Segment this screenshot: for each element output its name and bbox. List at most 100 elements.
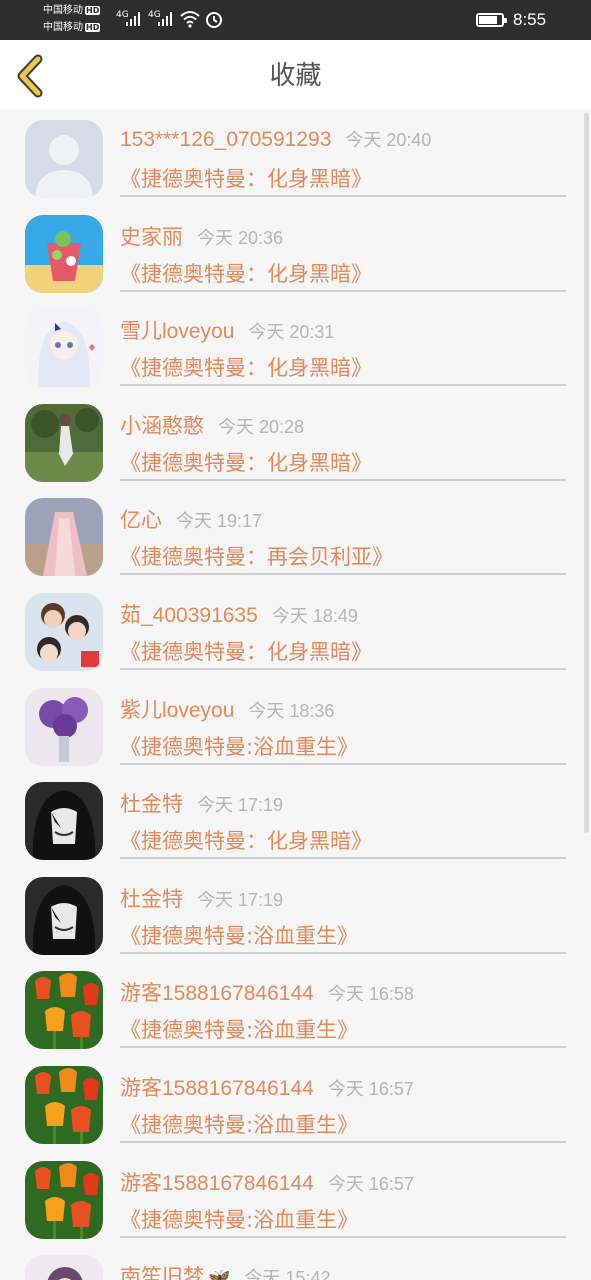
favorite-item[interactable]: 杜金特 今天 17:19 《捷德奥特曼:浴血重生》: [0, 868, 591, 963]
favorite-item[interactable]: 雪儿loveyou 今天 20:31 《捷德奥特曼：化身黑暗》: [0, 300, 591, 395]
favorite-item[interactable]: 小涵憨憨 今天 20:28 《捷德奥特曼：化身黑暗》: [0, 395, 591, 490]
book-title-link[interactable]: 《捷德奥特曼：化身黑暗》: [120, 447, 372, 477]
avatar[interactable]: [25, 309, 103, 387]
alarm-icon: [206, 12, 222, 28]
book-title-link[interactable]: 《捷德奥特曼:浴血重生》: [120, 1204, 358, 1234]
favorite-item[interactable]: 亿心 今天 19:17 《捷德奥特曼：再会贝利亚》: [0, 489, 591, 584]
avatar[interactable]: [25, 688, 103, 766]
user-name[interactable]: 亿心: [120, 509, 162, 532]
favorite-item[interactable]: 南笙旧梦 🦋 今天 15:42: [0, 1246, 591, 1280]
name-line: 史家丽 今天 20:36: [120, 221, 283, 251]
battery-icon: [476, 13, 507, 27]
book-title-link[interactable]: 《捷德奥特曼：化身黑暗》: [120, 636, 372, 666]
avatar[interactable]: [25, 120, 103, 198]
book-title-link[interactable]: 《捷德奥特曼:浴血重生》: [120, 1014, 358, 1044]
timestamp: 今天 16:57: [327, 1079, 414, 1099]
user-name[interactable]: 杜金特: [120, 793, 183, 816]
name-line: 紫儿loveyou 今天 18:36: [120, 694, 334, 724]
favorite-item[interactable]: 153***126_070591293 今天 20:40 《捷德奥特曼：化身黑暗》: [0, 111, 591, 206]
name-line: 游客1588167846144 今天 16:58: [120, 977, 414, 1007]
book-title-link[interactable]: 《捷德奥特曼：再会贝利亚》: [120, 541, 393, 571]
timestamp: 今天 16:57: [327, 1173, 414, 1194]
user-name[interactable]: 游客1588167846144: [120, 982, 314, 1005]
user-name[interactable]: 小涵憨憨: [120, 415, 204, 438]
butterfly-emoji-icon: 🦋: [208, 1268, 231, 1280]
status-bar: 中国移动 HD 中国移动 HD 4G 4G 8:55: [0, 0, 591, 40]
book-title-link[interactable]: 《捷德奥特曼:浴血重生》: [120, 920, 358, 950]
book-title-link[interactable]: 《捷德奥特曼：化身黑暗》: [120, 352, 372, 382]
name-line: 游客1588167846144 今天 16:57: [120, 1072, 414, 1102]
favorite-item[interactable]: 游客1588167846144 今天 16:57 《捷德奥特曼:浴血重生》: [0, 1057, 591, 1152]
divider: [120, 1235, 566, 1238]
timestamp: 今天 18:36: [248, 700, 335, 721]
name-line: 小涵憨憨 今天 20:28: [120, 410, 304, 440]
avatar[interactable]: [25, 404, 103, 482]
divider: [120, 1046, 566, 1049]
name-line: 游客1588167846144 今天 16:57: [120, 1167, 414, 1197]
timestamp: 今天 20:31: [248, 322, 335, 343]
timestamp: 今天 18:49: [271, 606, 358, 626]
signal-icon-1: [126, 12, 140, 26]
user-name[interactable]: 南笙旧梦: [120, 1266, 204, 1280]
divider: [120, 384, 566, 387]
divider: [120, 289, 566, 292]
name-line: 南笙旧梦 🦋 今天 15:42: [120, 1261, 330, 1280]
signal-icon-2: [158, 12, 172, 26]
timestamp: 今天 20:28: [218, 416, 305, 437]
divider: [120, 195, 566, 197]
carrier-2: 中国移动 HD: [43, 22, 101, 33]
avatar[interactable]: [25, 1066, 103, 1144]
carrier-1: 中国移动 HD: [43, 5, 101, 16]
name-line: 茹_400391635 今天 18:49: [120, 599, 358, 629]
favorite-item[interactable]: 游客1588167846144 今天 16:57 《捷德奥特曼:浴血重生》: [0, 1152, 591, 1247]
favorite-item[interactable]: 茹_400391635 今天 18:49 《捷德奥特曼：化身黑暗》: [0, 584, 591, 679]
user-name[interactable]: 雪儿loveyou: [120, 320, 234, 343]
avatar[interactable]: [25, 782, 103, 860]
book-title-link[interactable]: 《捷德奥特曼：化身黑暗》: [120, 258, 372, 288]
book-title-link[interactable]: 《捷德奥特曼:浴血重生》: [120, 1109, 358, 1139]
favorite-item[interactable]: 紫儿loveyou 今天 18:36 《捷德奥特曼:浴血重生》: [0, 679, 591, 774]
favorites-list[interactable]: 153***126_070591293 今天 20:40 《捷德奥特曼：化身黑暗》史…: [0, 111, 591, 1280]
book-title-link[interactable]: 《捷德奥特曼：化身黑暗》: [120, 825, 372, 855]
user-name[interactable]: 茹_400391635: [120, 604, 258, 627]
user-name[interactable]: 游客1588167846144: [120, 1077, 314, 1100]
timestamp: 今天 17:19: [197, 889, 284, 910]
user-name[interactable]: 紫儿loveyou: [120, 699, 234, 722]
timestamp: 今天 20:36: [197, 227, 284, 248]
header-bar: 收藏: [0, 40, 591, 111]
timestamp: 今天 19:17: [176, 511, 263, 532]
name-line: 153***126_070591293 今天 20:40: [120, 126, 431, 156]
favorite-item[interactable]: 杜金特 今天 17:19 《捷德奥特曼：化身黑暗》: [0, 773, 591, 868]
timestamp: 今天 16:58: [327, 984, 414, 1005]
avatar[interactable]: [25, 215, 103, 293]
avatar[interactable]: [25, 971, 103, 1049]
divider: [120, 951, 566, 954]
page-title: 收藏: [269, 61, 322, 91]
name-line: 杜金特 今天 17:19: [120, 883, 283, 913]
avatar[interactable]: [25, 593, 103, 671]
user-name[interactable]: 杜金特: [120, 888, 183, 911]
avatar[interactable]: [25, 498, 103, 576]
divider: [120, 762, 566, 765]
book-title-link[interactable]: 《捷德奥特曼：化身黑暗》: [120, 163, 372, 193]
timestamp: 今天 20:40: [345, 130, 432, 150]
user-name[interactable]: 153***126_070591293: [120, 128, 331, 151]
avatar[interactable]: [25, 1255, 103, 1280]
book-title-link[interactable]: 《捷德奥特曼:浴血重生》: [120, 731, 358, 761]
wifi-icon: [180, 11, 200, 28]
divider: [120, 478, 566, 481]
timestamp: 今天 15:42: [244, 1268, 331, 1280]
favorite-item[interactable]: 史家丽 今天 20:36 《捷德奥特曼：化身黑暗》: [0, 206, 591, 301]
divider: [120, 1141, 566, 1143]
avatar[interactable]: [25, 877, 103, 955]
divider: [120, 668, 566, 670]
name-line: 杜金特 今天 17:19: [120, 788, 283, 818]
avatar[interactable]: [25, 1161, 103, 1239]
clock: 8:55: [513, 10, 547, 29]
user-name[interactable]: 游客1588167846144: [120, 1172, 314, 1195]
scrollbar[interactable]: [584, 113, 589, 833]
favorite-item[interactable]: 游客1588167846144 今天 16:58 《捷德奥特曼:浴血重生》: [0, 962, 591, 1057]
user-name[interactable]: 史家丽: [120, 226, 183, 249]
divider: [120, 857, 566, 860]
name-line: 雪儿loveyou 今天 20:31: [120, 315, 334, 345]
